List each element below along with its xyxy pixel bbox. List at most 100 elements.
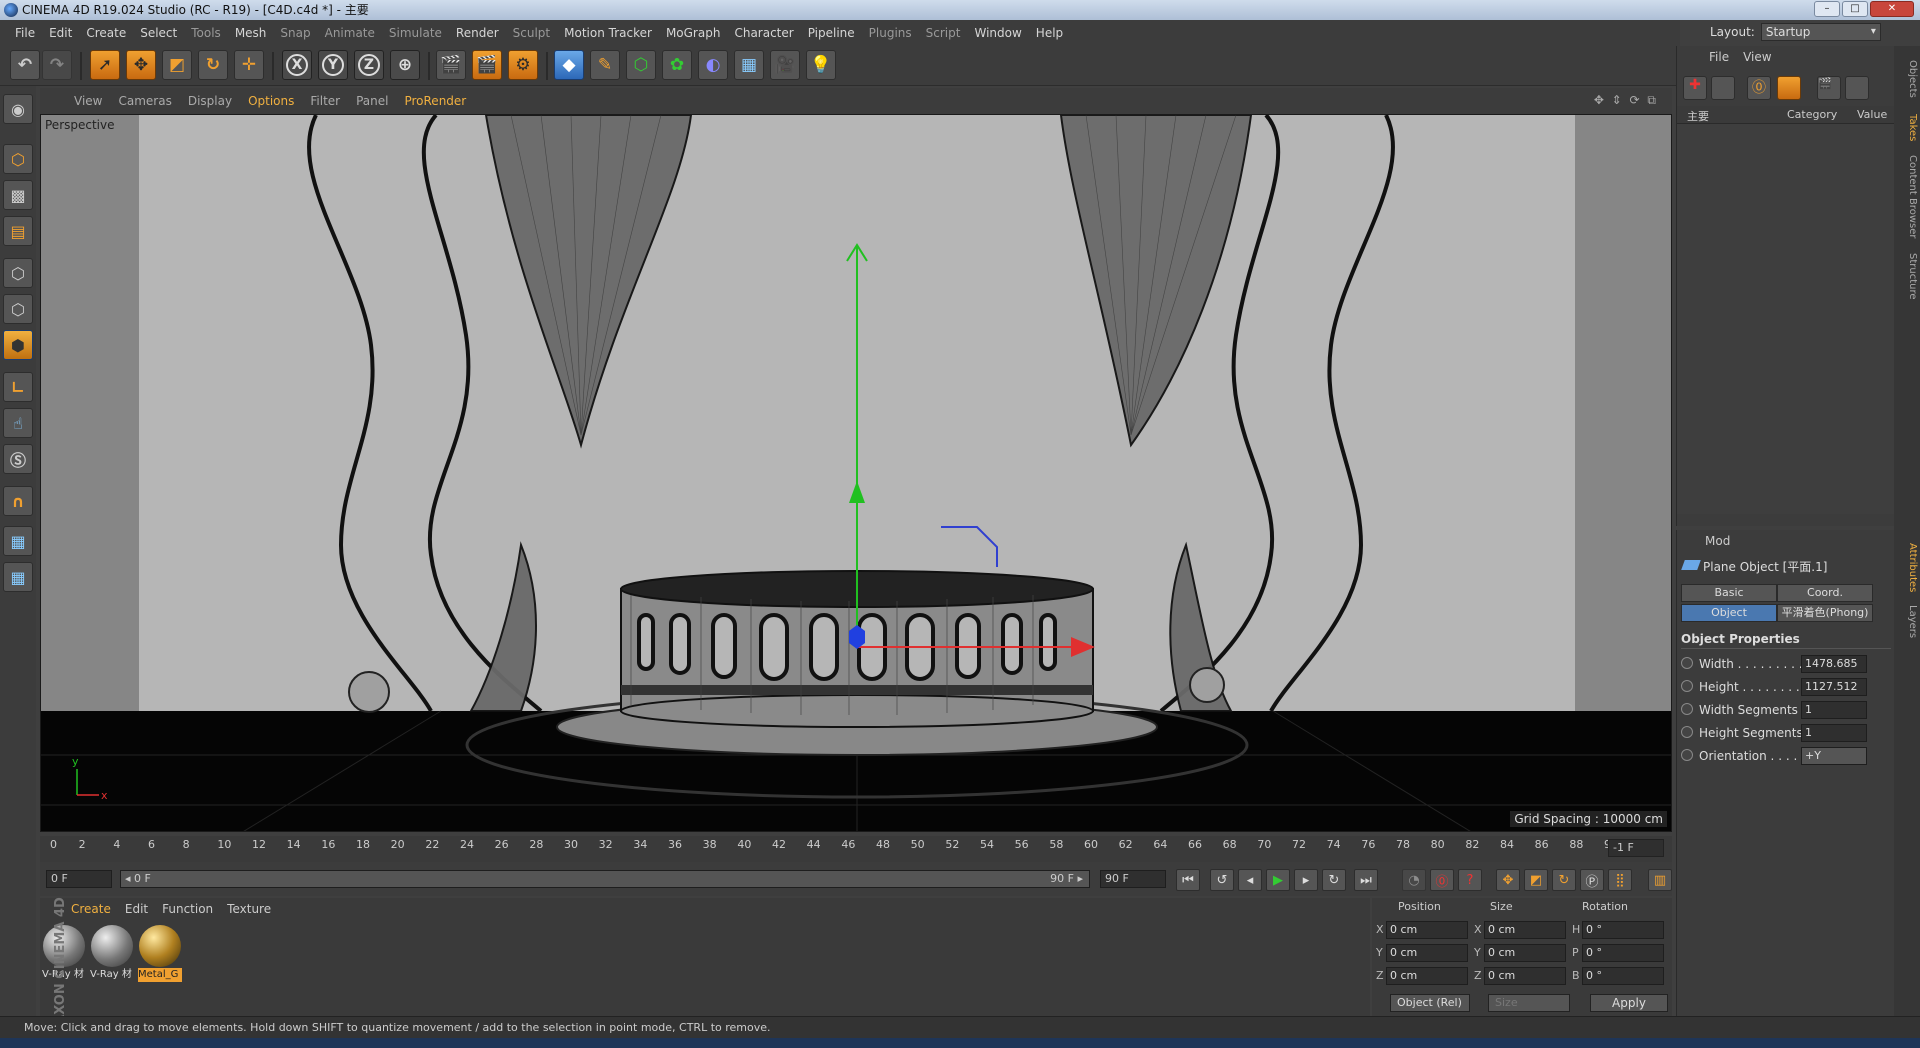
workplane-lock-icon[interactable]: ▦	[3, 526, 33, 556]
apply-button[interactable]: Apply	[1590, 994, 1668, 1012]
play-icon[interactable]: ▶	[1266, 869, 1290, 891]
height-segments-field[interactable]: 1	[1801, 724, 1867, 742]
menu-animate[interactable]: Animate	[318, 26, 382, 40]
render-settings-icon[interactable]: ⚙	[508, 50, 538, 80]
menu-character[interactable]: Character	[727, 26, 800, 40]
model-mode-icon[interactable]: ⬡	[3, 144, 33, 174]
render-view-icon[interactable]: 🎬	[436, 50, 466, 80]
mat-menu-create[interactable]: Create	[64, 902, 118, 916]
tab-attributes[interactable]: Attributes	[1896, 538, 1918, 598]
obj-menu-file[interactable]: File	[1709, 50, 1729, 68]
polygons-mode-icon[interactable]: ⬢	[3, 330, 33, 360]
key-rotation-icon[interactable]: ↻	[1552, 869, 1576, 891]
mat-menu-function[interactable]: Function	[155, 902, 220, 916]
redo-icon[interactable]: ↷	[42, 50, 72, 80]
menu-mograph[interactable]: MoGraph	[659, 26, 728, 40]
tab-object[interactable]: Object	[1681, 604, 1777, 622]
camera-icon[interactable]: 🎥	[770, 50, 800, 80]
previous-frame-icon[interactable]: ◂	[1238, 869, 1262, 891]
pen-spline-icon[interactable]: ✎	[590, 50, 620, 80]
menu-simulate[interactable]: Simulate	[382, 26, 449, 40]
move-tool-icon[interactable]: ✥	[126, 50, 156, 80]
light-icon[interactable]: 💡	[806, 50, 836, 80]
viewport-nav-icons[interactable]: ✥ ⇕ ⟳ ⧉	[1586, 93, 1666, 108]
key-pla-icon[interactable]: ⣿	[1608, 869, 1632, 891]
frame-ruler[interactable]: 0 2 4 6 8 10 12 14 16 18 20 22 24 26 28 30 32 34 36 38 40 42 4…	[50, 836, 1618, 862]
vp-menu-panel[interactable]: Panel	[348, 94, 396, 108]
position-y-field[interactable]: 0 cm	[1386, 944, 1468, 962]
points-mode-icon[interactable]: ⬡	[3, 258, 33, 288]
size-x-field[interactable]: 0 cm	[1484, 921, 1566, 939]
size-y-field[interactable]: 0 cm	[1484, 944, 1566, 962]
menu-create[interactable]: Create	[79, 26, 133, 40]
take-override-icon[interactable]	[1711, 76, 1735, 100]
menu-plugins[interactable]: Plugins	[862, 26, 919, 40]
rotation-h-field[interactable]: 0 °	[1582, 921, 1664, 939]
orientation-dropdown[interactable]: +Y	[1801, 747, 1867, 765]
menu-select[interactable]: Select	[133, 26, 184, 40]
coordinate-system-icon[interactable]: ⊕	[390, 50, 420, 80]
take-add-icon[interactable]: ✚	[1683, 76, 1707, 100]
animate-toggle[interactable]	[1681, 657, 1693, 669]
perspective-viewport[interactable]: y x Perspective Grid Spacing : 10000 cm	[40, 114, 1672, 832]
snap-icon[interactable]: Ⓢ	[3, 444, 33, 474]
select-arrow-icon[interactable]: ➚	[90, 50, 120, 80]
tab-basic[interactable]: Basic	[1681, 584, 1777, 602]
attr-menu-mode[interactable]: Mod	[1677, 534, 1895, 552]
vp-menu-filter[interactable]: Filter	[302, 94, 348, 108]
menu-sculpt[interactable]: Sculpt	[506, 26, 557, 40]
workplane-mode-icon[interactable]: ▤	[3, 216, 33, 246]
go-to-end-icon[interactable]: ⏭	[1354, 869, 1378, 891]
obj-menu-view[interactable]: View	[1743, 50, 1771, 68]
tab-content-browser[interactable]: Content Browser	[1896, 152, 1918, 242]
cloner-icon[interactable]: ✿	[662, 50, 692, 80]
position-z-field[interactable]: 0 cm	[1386, 967, 1468, 985]
vp-menu-display[interactable]: Display	[180, 94, 240, 108]
autokey-icon[interactable]: ⓪	[1430, 869, 1454, 891]
vp-menu-view[interactable]: View	[66, 94, 110, 108]
minimize-button[interactable]: –	[1814, 1, 1840, 17]
take-render-icon[interactable]: 🎬	[1817, 76, 1841, 100]
current-frame-field[interactable]: -1 F	[1608, 839, 1664, 857]
scale-tool-icon[interactable]: ◩	[162, 50, 192, 80]
cube-primitive-icon[interactable]: ◆	[554, 50, 584, 80]
rotation-p-field[interactable]: 0 °	[1582, 944, 1664, 962]
close-button[interactable]: ✕	[1870, 1, 1914, 17]
menu-edit[interactable]: Edit	[42, 26, 79, 40]
tab-coord[interactable]: Coord.	[1777, 584, 1873, 602]
menu-motion-tracker[interactable]: Motion Tracker	[557, 26, 659, 40]
width-segments-field[interactable]: 1	[1801, 701, 1867, 719]
vp-menu-cameras[interactable]: Cameras	[110, 94, 179, 108]
previous-key-icon[interactable]: ↺	[1210, 869, 1234, 891]
key-parameter-icon[interactable]: Ⓟ	[1580, 869, 1604, 891]
animate-toggle[interactable]	[1681, 703, 1693, 715]
workplane-icon[interactable]: ▦	[3, 562, 33, 592]
takes-list[interactable]	[1677, 124, 1895, 514]
position-x-field[interactable]: 0 cm	[1386, 921, 1468, 939]
tab-objects[interactable]: Objects	[1896, 54, 1918, 104]
tab-layers[interactable]: Layers	[1896, 602, 1918, 642]
menu-mesh[interactable]: Mesh	[228, 26, 274, 40]
coord-mode-dropdown[interactable]: Object (Rel)	[1390, 994, 1470, 1012]
next-key-icon[interactable]: ↻	[1322, 869, 1346, 891]
keyframe-selection-icon[interactable]: ?	[1458, 869, 1482, 891]
rotate-tool-icon[interactable]: ↻	[198, 50, 228, 80]
height-field[interactable]: 1127.512	[1801, 678, 1867, 696]
size-mode-dropdown[interactable]: Size	[1488, 994, 1570, 1012]
layout-dropdown[interactable]: Startup	[1760, 23, 1881, 41]
next-frame-icon[interactable]: ▸	[1294, 869, 1318, 891]
end-frame-field[interactable]: 90 F	[1100, 870, 1166, 888]
y-axis-lock-icon[interactable]: Y	[318, 50, 348, 80]
material-slot[interactable]: V-Ray 材	[90, 924, 134, 984]
size-z-field[interactable]: 0 cm	[1484, 967, 1566, 985]
menu-help[interactable]: Help	[1029, 26, 1070, 40]
transform-tool-icon[interactable]: ✛	[234, 50, 264, 80]
menu-snap[interactable]: Snap	[273, 26, 317, 40]
key-scale-icon[interactable]: ◩	[1524, 869, 1548, 891]
menu-tools[interactable]: Tools	[184, 26, 228, 40]
timeline-ruler[interactable]: 0 2 4 6 8 10 12 14 16 18 20 22 24 26 28 30 32 34 36 38 40 42 4…	[40, 836, 1672, 862]
maximize-button[interactable]: □	[1842, 1, 1868, 17]
key-position-icon[interactable]: ✥	[1496, 869, 1520, 891]
record-keys-icon[interactable]: ◔	[1402, 869, 1426, 891]
start-frame-field[interactable]: 0 F	[46, 870, 112, 888]
